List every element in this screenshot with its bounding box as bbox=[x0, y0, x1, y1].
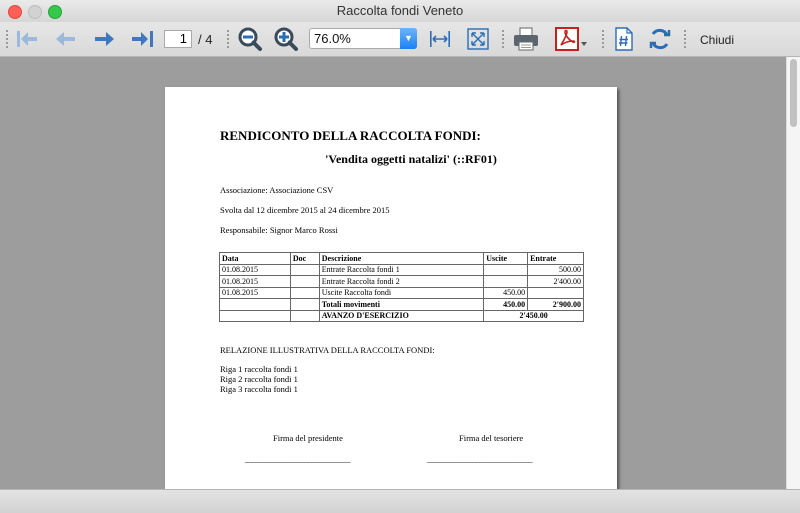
president-signature-label: Firma del presidente bbox=[273, 433, 343, 443]
table-cell bbox=[219, 298, 291, 311]
zoom-value: 76.0% bbox=[314, 31, 351, 46]
next-page-icon bbox=[95, 32, 114, 46]
close-window-button[interactable] bbox=[8, 5, 22, 19]
zoom-in-icon bbox=[274, 27, 298, 51]
last-page-icon bbox=[132, 31, 153, 47]
table-cell bbox=[289, 275, 320, 288]
table-cell bbox=[289, 286, 320, 299]
table-row: 01.08.2015 Entrate Raccolta fondi 1 500.… bbox=[219, 263, 584, 276]
table-cell: 2'400.00 bbox=[527, 275, 584, 288]
totals-label: Totali movimenti bbox=[318, 298, 485, 311]
result-label: AVANZO D'ESERCIZIO bbox=[318, 309, 485, 322]
president-signature-line: ______________________________ bbox=[245, 455, 351, 464]
report-line: Riga 3 raccolta fondi 1 bbox=[220, 384, 298, 394]
document-page: RENDICONTO DELLA RACCOLTA FONDI: 'Vendit… bbox=[165, 87, 617, 489]
export-pdf-button[interactable] bbox=[554, 25, 590, 53]
totals-uscite: 450.00 bbox=[483, 298, 529, 311]
table-cell bbox=[527, 286, 584, 299]
scrollbar-thumb[interactable] bbox=[790, 59, 797, 127]
refresh-icon bbox=[649, 28, 671, 50]
report-line: Riga 1 raccolta fondi 1 bbox=[220, 364, 298, 374]
table-row: 01.08.2015 Entrate Raccolta fondi 2 2'40… bbox=[219, 275, 584, 288]
toolbar-grip bbox=[684, 30, 688, 48]
table-header: Data bbox=[219, 252, 291, 265]
page-number-icon bbox=[615, 27, 633, 51]
table-cell bbox=[289, 309, 320, 322]
movements-table: Data Doc Descrizione Uscite Entrate 01.0… bbox=[219, 252, 584, 322]
toolbar-grip bbox=[502, 30, 506, 48]
period-line: Svolta dal 12 dicembre 2015 al 24 dicemb… bbox=[220, 205, 390, 215]
table-cell: 01.08.2015 bbox=[219, 263, 291, 276]
result-row: AVANZO D'ESERCIZIO 2'450.00 bbox=[219, 309, 584, 322]
printer-icon bbox=[514, 27, 538, 51]
previous-page-icon bbox=[56, 32, 75, 46]
document-title: RENDICONTO DELLA RACCOLTA FONDI: bbox=[220, 128, 481, 143]
previous-page-button[interactable] bbox=[52, 25, 80, 53]
maximize-window-button[interactable] bbox=[48, 5, 62, 19]
table-cell: 500.00 bbox=[527, 263, 584, 276]
table-row: 01.08.2015 Uscite Raccolta fondi 450.00 bbox=[219, 286, 584, 299]
last-page-button[interactable] bbox=[128, 25, 156, 53]
vertical-scrollbar[interactable] bbox=[786, 57, 800, 489]
totals-entrate: 2'900.00 bbox=[527, 298, 584, 311]
table-cell: Entrate Raccolta fondi 2 bbox=[318, 275, 485, 288]
chevron-down-icon: ▼ bbox=[400, 28, 417, 49]
table-cell bbox=[289, 298, 320, 311]
treasurer-signature-line: ______________________________ bbox=[427, 455, 533, 464]
pdf-icon bbox=[555, 27, 587, 51]
document-viewer[interactable]: RENDICONTO DELLA RACCOLTA FONDI: 'Vendit… bbox=[0, 57, 786, 489]
refresh-button[interactable] bbox=[646, 25, 674, 53]
page-number-input[interactable]: 1 bbox=[164, 30, 192, 48]
page-number-tool-button[interactable] bbox=[610, 25, 638, 53]
table-cell bbox=[483, 275, 529, 288]
table-cell: 450.00 bbox=[483, 286, 529, 299]
table-cell bbox=[219, 309, 291, 322]
totals-row: Totali movimenti 450.00 2'900.00 bbox=[219, 298, 584, 311]
next-page-button[interactable] bbox=[90, 25, 118, 53]
table-cell: Uscite Raccolta fondi bbox=[318, 286, 485, 299]
responsible-line: Responsabile: Signor Marco Rossi bbox=[220, 225, 338, 235]
association-line: Associazione: Associazione CSV bbox=[220, 185, 334, 195]
fit-page-icon bbox=[467, 28, 489, 50]
window-title: Raccolta fondi Veneto bbox=[336, 3, 464, 18]
table-header: Entrate bbox=[527, 252, 584, 265]
page-total-label: / 4 bbox=[198, 32, 213, 47]
first-page-button[interactable] bbox=[14, 25, 42, 53]
table-cell: 01.08.2015 bbox=[219, 286, 291, 299]
first-page-icon bbox=[17, 31, 37, 47]
zoom-in-button[interactable] bbox=[272, 25, 300, 53]
toolbar: 1 / 4 76.0% ▼ Chiudi bbox=[0, 22, 800, 57]
table-header: Uscite bbox=[483, 252, 529, 265]
treasurer-signature-label: Firma del tesoriere bbox=[459, 433, 524, 443]
table-cell bbox=[289, 263, 320, 276]
toolbar-grip bbox=[602, 30, 606, 48]
zoom-out-icon bbox=[238, 27, 262, 51]
table-cell: 01.08.2015 bbox=[219, 275, 291, 288]
status-bar bbox=[0, 489, 800, 513]
table-header: Descrizione bbox=[318, 252, 485, 265]
fit-width-button[interactable] bbox=[426, 25, 454, 53]
minimize-window-button[interactable] bbox=[28, 5, 42, 19]
report-heading: RELAZIONE ILLUSTRATIVA DELLA RACCOLTA FO… bbox=[220, 345, 435, 355]
document-subtitle: 'Vendita oggetti natalizi' (::RF01) bbox=[325, 152, 497, 166]
print-button[interactable] bbox=[512, 25, 540, 53]
table-header-row: Data Doc Descrizione Uscite Entrate bbox=[219, 252, 584, 265]
zoom-out-button[interactable] bbox=[236, 25, 264, 53]
result-value: 2'450.00 bbox=[483, 309, 584, 322]
close-button[interactable]: Chiudi bbox=[700, 33, 734, 47]
table-cell bbox=[483, 263, 529, 276]
toolbar-grip bbox=[227, 30, 231, 48]
report-line: Riga 2 raccolta fondi 1 bbox=[220, 374, 298, 384]
fit-page-button[interactable] bbox=[464, 25, 492, 53]
toolbar-grip bbox=[6, 30, 10, 48]
table-cell: Entrate Raccolta fondi 1 bbox=[318, 263, 485, 276]
table-header: Doc bbox=[289, 252, 320, 265]
title-bar: Raccolta fondi Veneto bbox=[0, 0, 800, 22]
fit-width-icon bbox=[430, 31, 450, 47]
zoom-select[interactable]: 76.0% ▼ bbox=[309, 28, 417, 49]
